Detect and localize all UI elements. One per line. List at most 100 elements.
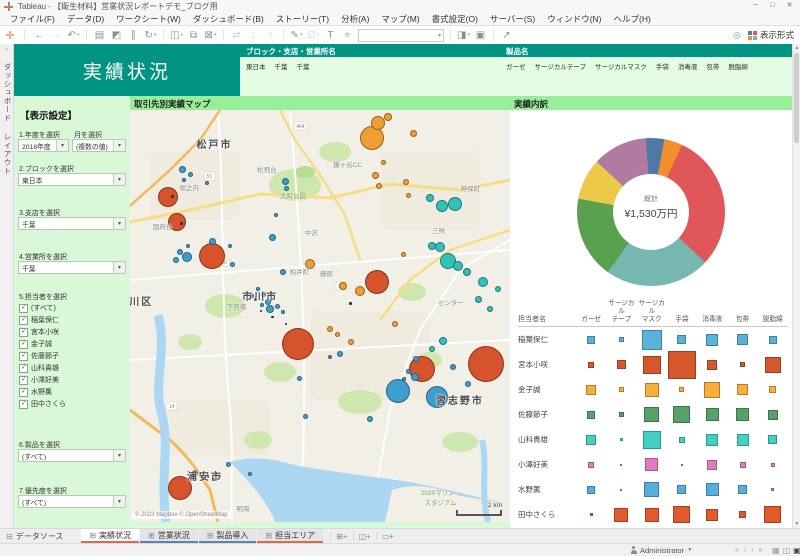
rail-tab-layout[interactable]: レイアウト (0, 133, 13, 176)
binoculars-icon[interactable]: ◎ (733, 30, 741, 41)
share-icon[interactable]: ↗ (498, 27, 515, 43)
map-bubble[interactable] (355, 286, 365, 296)
mark-square[interactable] (740, 462, 746, 468)
mark-square[interactable] (737, 334, 748, 345)
person-checkbox[interactable]: ✓水野薫 (14, 386, 66, 398)
new-worksheet-icon[interactable]: ◫▾ (168, 27, 185, 43)
next-sheet-icon[interactable]: › (751, 547, 753, 554)
map-bubble[interactable] (413, 356, 419, 362)
datasource-tab[interactable]: ⊟ データソース (0, 529, 73, 543)
mark-square[interactable] (706, 434, 718, 446)
filter-value[interactable]: サージカルマスク (595, 61, 647, 71)
mark-square[interactable] (619, 387, 624, 392)
mark-square[interactable] (738, 485, 747, 494)
mark-square[interactable] (768, 410, 778, 420)
map-bubble[interactable] (372, 172, 379, 179)
mark-square[interactable] (614, 508, 628, 522)
map-bubble[interactable] (226, 462, 231, 467)
mark-square[interactable] (768, 435, 777, 444)
map-bubble[interactable] (168, 213, 186, 231)
map-bubble[interactable] (453, 261, 463, 271)
map-bubble[interactable] (367, 416, 373, 422)
mark-square[interactable] (620, 489, 622, 491)
mark-square[interactable] (737, 384, 748, 395)
map-bubble[interactable] (411, 373, 419, 381)
person-checkbox[interactable]: ✓宮本小咲 (14, 326, 66, 338)
map-bubble[interactable] (328, 355, 332, 359)
mark-square[interactable] (706, 509, 718, 521)
close-icon[interactable]: ✕ (781, 0, 798, 12)
map-bubble[interactable] (475, 296, 482, 303)
map-bubble[interactable] (406, 369, 411, 374)
pause-updates-icon[interactable]: ∥ (125, 27, 142, 43)
menu-item[interactable]: ダッシュボード(B) (187, 13, 270, 26)
map-bubble[interactable] (463, 268, 471, 276)
filter-value[interactable]: ガーゼ (506, 61, 526, 71)
duplicate-icon[interactable]: ⧉ (185, 27, 202, 43)
mark-square[interactable] (769, 336, 777, 344)
forward-icon[interactable]: → (48, 27, 65, 43)
chevron-down-icon[interactable]: ▾ (56, 140, 68, 151)
scrollbar-thumb[interactable] (794, 53, 799, 143)
map-bubble[interactable] (371, 116, 385, 130)
chevron-down-icon[interactable]: ▾ (113, 140, 125, 151)
menu-item[interactable]: ワークシート(W) (110, 13, 187, 26)
menu-item[interactable]: 書式設定(O) (426, 13, 484, 26)
map-bubble[interactable] (495, 286, 501, 292)
mark-square[interactable] (771, 488, 774, 491)
map-bubble[interactable] (199, 243, 225, 269)
map-bubble[interactable] (439, 337, 447, 345)
chevron-down-icon[interactable]: ▾ (113, 450, 125, 461)
map-bubble[interactable] (376, 183, 382, 189)
block-filter-dropdown[interactable]: 東日本 ▾ (18, 173, 126, 186)
fit-axes-icon[interactable]: ◨▾ (455, 27, 472, 43)
mark-square[interactable] (677, 485, 686, 494)
mark-square[interactable] (771, 463, 775, 467)
mark-square[interactable] (586, 385, 596, 395)
filter-value[interactable]: 包帯 (706, 61, 719, 71)
map-bubble[interactable] (281, 310, 285, 314)
menu-item[interactable]: データ(D) (61, 13, 110, 26)
filter-value[interactable]: 脱脂綿 (728, 61, 748, 71)
map-bubble[interactable] (403, 179, 409, 185)
person-checkbox[interactable]: ✓佐藤節子 (14, 350, 66, 362)
mark-square[interactable] (587, 486, 595, 494)
map-bubble[interactable] (212, 478, 214, 480)
mark-square[interactable] (736, 408, 749, 421)
menu-item[interactable]: マップ(M) (375, 13, 425, 26)
product-filter-dropdown[interactable]: (すべて) ▾ (18, 449, 126, 462)
scroll-down-icon[interactable]: ▼ (793, 520, 800, 528)
chevron-down-icon[interactable]: ▾ (113, 174, 125, 185)
mark-square[interactable] (739, 511, 746, 518)
map-bubble[interactable] (450, 364, 456, 370)
sheet-tab-1[interactable]: ⊞営業状況 (140, 529, 198, 543)
map-bubble[interactable] (384, 113, 392, 121)
person-checkbox[interactable]: ✓山科貴雄 (14, 362, 66, 374)
mark-square[interactable] (645, 508, 659, 522)
mark-square[interactable] (620, 438, 623, 441)
person-checkbox[interactable]: ✓稲葉保仁 (14, 314, 66, 326)
map-bubble[interactable] (180, 222, 183, 225)
year-filter-dropdown[interactable]: 2018年度 ▾ (18, 139, 69, 152)
undo-icon[interactable]: ↶▾ (65, 27, 82, 43)
new-story-button[interactable]: ▭+ (376, 532, 399, 541)
map-bubble[interactable] (186, 244, 190, 248)
map-bubble[interactable] (179, 166, 186, 173)
sort-descending-icon[interactable]: ↑ (262, 27, 279, 43)
mark-square[interactable] (643, 356, 661, 374)
tableau-logo-icon[interactable]: ✛ (0, 29, 20, 42)
map-bubble[interactable] (348, 339, 354, 345)
mark-square[interactable] (644, 482, 659, 497)
new-dashboard-button[interactable]: ◫+ (353, 532, 376, 541)
map-bubble[interactable] (275, 304, 280, 309)
mark-square[interactable] (619, 337, 624, 342)
swap-icon[interactable]: ⇄ (228, 27, 245, 43)
mark-square[interactable] (704, 382, 720, 398)
mark-square[interactable] (619, 412, 624, 417)
map-bubble[interactable] (284, 186, 289, 191)
sheet-tab-2[interactable]: ⊞製品導入 (199, 529, 257, 543)
show-labels-icon[interactable]: T (322, 27, 339, 43)
save-icon[interactable]: ▤ (91, 27, 108, 43)
mark-square[interactable] (588, 462, 594, 468)
filter-value[interactable]: サージカルテープ (535, 61, 586, 71)
